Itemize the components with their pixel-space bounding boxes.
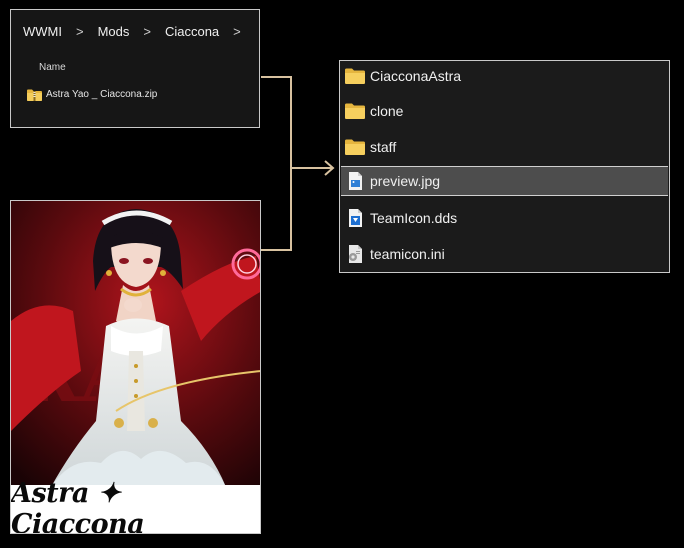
folder-icon (344, 101, 366, 121)
chevron-right-icon: > (75, 23, 84, 39)
explorer-window: WWMI > Mods > Ciaccona > Name Astra Yao … (10, 9, 260, 128)
item-label: CiacconaAstra (370, 68, 462, 84)
preview-banner: Astra ✦ Ciaccona (11, 478, 260, 533)
folder-icon (344, 137, 366, 157)
ini-file-icon (344, 244, 366, 264)
preview-image: RA Astra ✦ Ciaccona (10, 200, 261, 534)
name-column-header[interactable]: Name (39, 62, 66, 73)
breadcrumb-ciaccona[interactable]: Ciaccona (165, 24, 219, 39)
folder-contents-window: CiacconaAstra clone staff preview.jpg Te… (339, 60, 670, 273)
list-item[interactable]: clone (341, 96, 668, 126)
breadcrumb: WWMI > Mods > Ciaccona > (11, 10, 259, 52)
item-label: clone (370, 103, 404, 119)
zip-file-row[interactable]: Astra Yao _ Ciaccona.zip (27, 88, 158, 101)
item-label: TeamIcon.dds (370, 210, 458, 226)
list-item[interactable]: TeamIcon.dds (341, 203, 668, 233)
character-artwork: RA (11, 201, 260, 487)
chevron-right-icon: > (143, 23, 151, 39)
list-item-selected[interactable]: preview.jpg (341, 166, 668, 196)
breadcrumb-wwmi[interactable]: WWMI (23, 24, 62, 39)
breadcrumb-mods[interactable]: Mods (98, 24, 130, 39)
zip-file-name: Astra Yao _ Ciaccona.zip (46, 88, 158, 100)
item-label: teamicon.ini (370, 246, 445, 262)
image-file-icon (344, 171, 366, 191)
item-label: preview.jpg (370, 173, 441, 189)
banner-title: Astra ✦ Ciaccona (11, 478, 145, 534)
item-label: staff (370, 139, 397, 155)
list-item[interactable]: staff (341, 132, 668, 162)
chevron-right-icon[interactable]: > (233, 24, 241, 39)
dds-file-icon (344, 208, 366, 228)
list-item[interactable]: teamicon.ini (341, 239, 668, 269)
folder-icon (344, 66, 366, 86)
list-item[interactable]: CiacconaAstra (341, 61, 668, 91)
zip-folder-icon (27, 88, 42, 101)
